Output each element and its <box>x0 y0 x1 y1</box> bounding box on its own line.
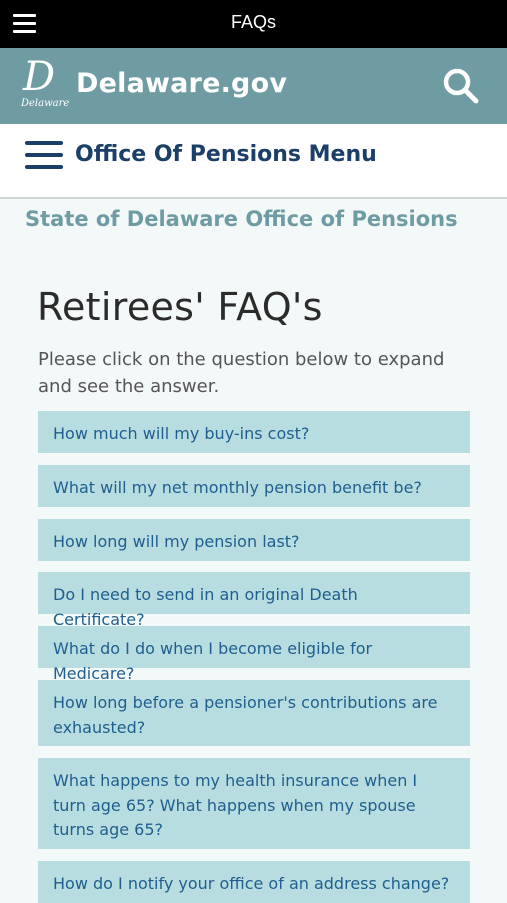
app-title: FAQs <box>230 12 276 32</box>
intro-text: Please click on the question below to ex… <box>38 349 445 397</box>
search-button[interactable] <box>441 66 481 106</box>
faq-item[interactable]: How long will my pension last? <box>38 519 470 561</box>
faq-item[interactable]: How do I notify your office of an addres… <box>38 861 470 903</box>
logo-mark-icon: D <box>23 54 56 100</box>
site-name-link[interactable]: Delaware.gov <box>76 68 287 99</box>
office-title[interactable]: State of Delaware Office of Pensions <box>25 207 458 231</box>
faq-item[interactable]: What will my net monthly pension benefit… <box>38 465 470 507</box>
site-header: D Delaware Delaware.gov <box>0 48 507 124</box>
page-title: Retirees' FAQ's <box>37 285 323 329</box>
delaware-logo[interactable]: D Delaware <box>20 54 70 112</box>
faq-item[interactable]: What happens to my health insurance when… <box>38 758 470 849</box>
app-top-bar: FAQs <box>0 0 507 48</box>
faq-item[interactable]: Do I need to send in an original Death C… <box>38 572 470 629</box>
faq-item[interactable]: How long before a pensioner's contributi… <box>38 680 470 746</box>
logo-caption: Delaware <box>21 98 70 109</box>
section-menu-label[interactable]: Office Of Pensions Menu <box>75 142 377 167</box>
section-menu-icon[interactable] <box>25 141 63 173</box>
faq-item[interactable]: How much will my buy-ins cost? <box>38 411 470 453</box>
section-menu-bar[interactable]: Office Of Pensions Menu <box>0 124 507 199</box>
search-icon <box>443 68 479 104</box>
faq-item[interactable]: What do I do when I become eligible for … <box>38 626 470 683</box>
